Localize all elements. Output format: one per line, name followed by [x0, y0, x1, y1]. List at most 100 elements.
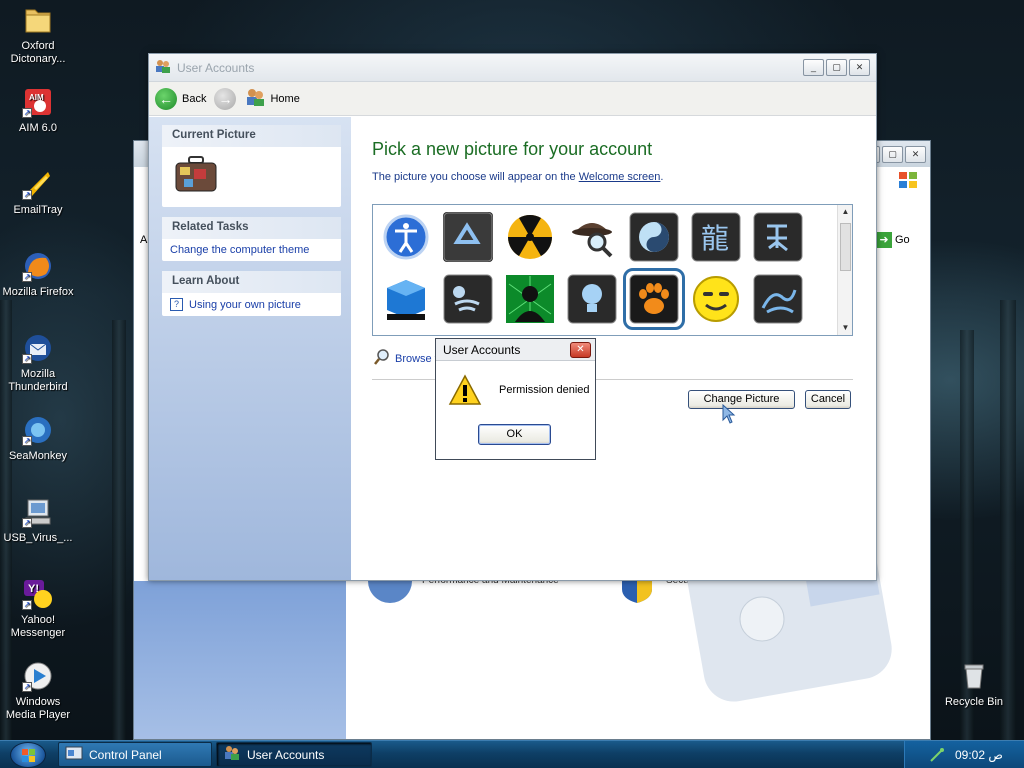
taskbar: Control Panel User Accounts EN 09:02 ص [0, 740, 1024, 768]
help-icon: ? [170, 298, 183, 311]
dialog-close-button[interactable]: ✕ [570, 342, 591, 358]
dragon-icon [753, 274, 803, 324]
change-theme-link[interactable]: Change the computer theme [162, 239, 341, 261]
shortcut-arrow-icon: ↗ [22, 108, 32, 118]
desktop-icon-aim[interactable]: AIM ↗ AIM 6.0 [0, 86, 76, 135]
partial-sidebar-text: A [140, 234, 148, 246]
desktop-icon-emailtray[interactable]: ↗ EmailTray [0, 168, 76, 217]
picture-radiation[interactable] [505, 212, 555, 262]
picture-cube[interactable] [381, 274, 431, 324]
control-panel-body: Performance and Maintenance Security Cen… [346, 520, 930, 739]
shortcut-arrow-icon: ↗ [22, 190, 32, 200]
picture-dragon-kanji[interactable]: 龍 [691, 212, 741, 262]
picture-person-network[interactable] [505, 274, 555, 324]
close-button[interactable]: ✕ [849, 59, 870, 76]
picture-list-scrollbar[interactable]: ▲ ▼ [837, 205, 852, 335]
usb-virus-icon: ↗ [22, 496, 54, 528]
emailtray-icon: ↗ [22, 168, 54, 200]
desktop-icon-thunderbird[interactable]: ↗ Mozilla Thunderbird [0, 332, 76, 394]
user-accounts-icon [223, 745, 241, 764]
picture-dragon[interactable] [753, 274, 803, 324]
scroll-up-button[interactable]: ▲ [838, 205, 853, 219]
dragon-kanji-icon: 龍 [691, 212, 741, 262]
shortcut-arrow-icon: ↗ [22, 272, 32, 282]
shortcut-arrow-icon: ↗ [22, 682, 32, 692]
home-button[interactable]: Home [244, 87, 300, 110]
picture-detective[interactable] [567, 212, 617, 262]
recycle-icon [443, 212, 493, 262]
paw-print-icon [629, 274, 679, 324]
taskbar-item-control-panel[interactable]: Control Panel [58, 742, 212, 767]
ok-button[interactable]: OK [478, 424, 551, 445]
desktop-icon-label: Oxford Dictonary... [10, 40, 66, 65]
back-arrow-icon: ← [155, 87, 177, 110]
picture-lightbulb[interactable] [567, 274, 617, 324]
desktop-icon-recycle-bin[interactable]: Recycle Bin [936, 660, 1012, 709]
back-button[interactable]: ← Back [155, 87, 206, 110]
smiley-icon [693, 276, 739, 322]
learn-about-panel: Learn About ? Using your own picture [162, 271, 341, 316]
aim-icon: AIM ↗ [22, 86, 54, 118]
mouse-cursor [722, 403, 736, 427]
close-button[interactable]: ✕ [905, 146, 926, 163]
kanji-icon [753, 212, 803, 262]
scroll-down-button[interactable]: ▼ [838, 321, 853, 335]
desktop-icon-label: USB_Virus_... [3, 532, 73, 544]
desktop-icon-firefox[interactable]: ↗ Mozilla Firefox [0, 250, 76, 299]
picture-firewire[interactable] [443, 274, 493, 324]
picture-recycle[interactable] [443, 212, 493, 262]
desktop-icon-media-player[interactable]: ↗ Windows Media Player [0, 660, 76, 722]
user-accounts-icon [155, 59, 171, 76]
picture-kanji[interactable] [753, 212, 803, 262]
window-titlebar: User Accounts _ ▢ ✕ [149, 54, 876, 82]
picture-accessibility[interactable] [381, 212, 431, 262]
desktop-icon-label: AIM 6.0 [19, 122, 57, 134]
security-shield-icon [620, 581, 654, 603]
cube-icon [387, 280, 425, 320]
background-pillar [112, 320, 126, 740]
windows-logo-icon [22, 749, 35, 762]
current-picture-panel: Current Picture [162, 125, 341, 207]
picture-yin-yang[interactable] [629, 212, 679, 262]
system-tray: 09:02 ص [904, 741, 1024, 768]
navigation-bar: ← Back → Home [149, 82, 876, 116]
maintenance-icon [368, 581, 412, 603]
network-icon[interactable] [929, 747, 945, 766]
related-tasks-heading: Related Tasks [162, 217, 341, 239]
desktop-icon-label: Mozilla Firefox [2, 286, 74, 298]
accessibility-icon [383, 214, 429, 260]
recycle-bin-icon [958, 660, 990, 692]
picture-smiley[interactable] [691, 274, 741, 324]
desktop-icon-label: EmailTray [13, 204, 63, 216]
welcome-screen-link[interactable]: Welcome screen [579, 171, 661, 183]
maximize-button[interactable]: ▢ [882, 146, 903, 163]
minimize-button[interactable]: _ [803, 59, 824, 76]
taskbar-item-user-accounts[interactable]: User Accounts [216, 742, 372, 767]
maximize-button[interactable]: ▢ [826, 59, 847, 76]
forward-button[interactable]: → [214, 87, 237, 110]
yahoo-messenger-icon: Y! ↗ [22, 578, 54, 610]
scroll-thumb[interactable] [840, 223, 851, 271]
current-picture [162, 147, 341, 207]
home-users-icon [244, 87, 266, 110]
taskbar-item-label: Control Panel [89, 747, 162, 762]
picture-paw-print[interactable] [623, 268, 685, 330]
dialog-titlebar: User Accounts ✕ [436, 339, 595, 361]
desktop-icon-yahoo[interactable]: Y! ↗ Yahoo! Messenger [0, 578, 76, 640]
change-picture-button[interactable]: Change Picture [688, 390, 795, 409]
control-panel-icon [65, 745, 83, 764]
dialog-title: User Accounts [443, 342, 521, 357]
firewire-icon [443, 274, 493, 324]
go-button[interactable]: ➜ Go [876, 232, 910, 248]
error-dialog: User Accounts ✕ Permission denied OK [435, 338, 596, 460]
clock: 09:02 ص [955, 748, 1003, 762]
desktop-icon-usb-virus[interactable]: ↗ USB_Virus_... [0, 496, 76, 545]
cancel-button[interactable]: Cancel [805, 390, 851, 409]
desktop-icon-oxford[interactable]: Oxford Dictonary... [0, 4, 76, 66]
desktop-icon-seamonkey[interactable]: ↗ SeaMonkey [0, 414, 76, 463]
user-accounts-window: User Accounts _ ▢ ✕ ← Back → Home Curren… [148, 53, 877, 581]
start-button[interactable] [10, 742, 46, 768]
svg-text:龍: 龍 [701, 222, 729, 255]
thunderbird-icon: ↗ [22, 332, 54, 364]
using-own-picture-link[interactable]: ? Using your own picture [162, 293, 341, 316]
